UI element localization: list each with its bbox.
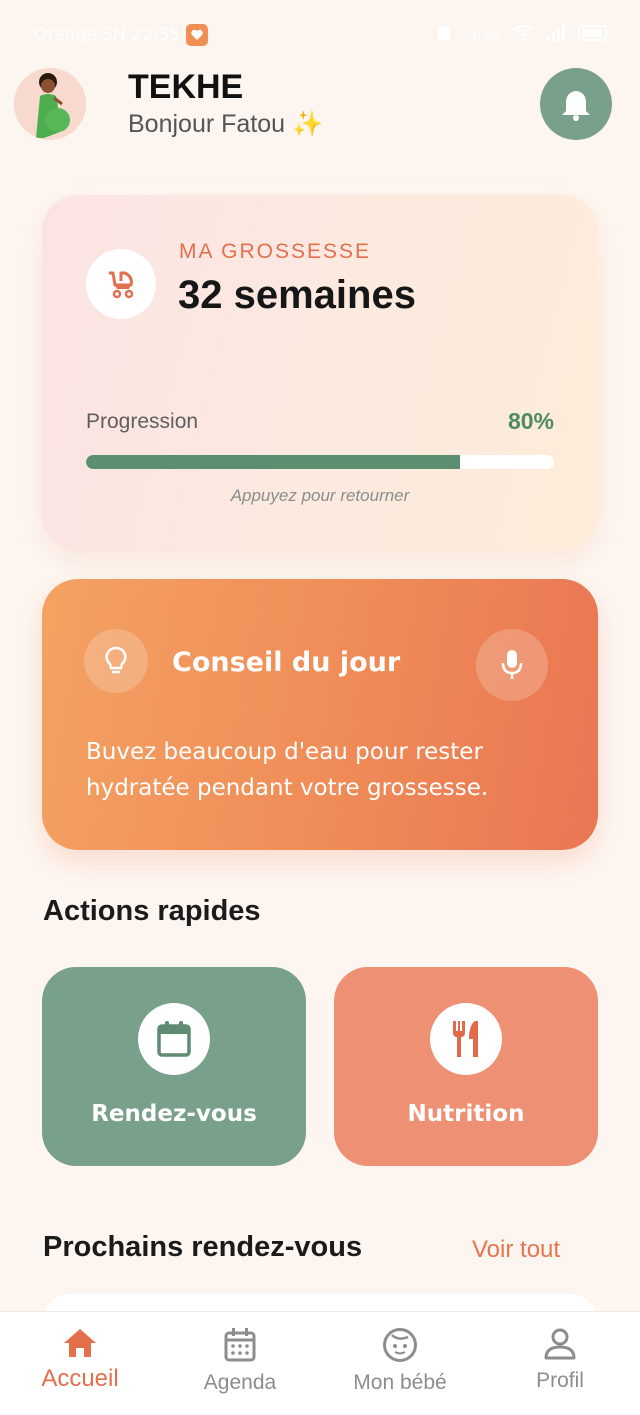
see-all-link[interactable]: Voir tout [472, 1236, 560, 1264]
utensils-icon [453, 1021, 478, 1057]
nav-item-home[interactable]: Accueil [0, 1312, 160, 1415]
baby-face-icon [383, 1328, 417, 1362]
quick-action-nutrition[interactable]: Nutrition [334, 967, 598, 1166]
quick-action-label: Nutrition [407, 1101, 525, 1127]
progress-bar [86, 455, 554, 469]
nav-label: Accueil [41, 1365, 119, 1392]
quick-action-appointments[interactable]: Rendez-vous [42, 967, 306, 1166]
bottom-nav: Accueil Agenda Mon bébé Profil [0, 1311, 640, 1415]
stroller-icon-badge [86, 249, 156, 319]
battery-icon [578, 24, 610, 47]
progress-label: Progression [86, 410, 199, 433]
utensils-icon-badge [430, 1003, 502, 1075]
quick-action-label: Rendez-vous [91, 1101, 257, 1127]
nav-label: Mon bébé [353, 1371, 447, 1394]
lightbulb-icon-badge [84, 629, 148, 693]
lightbulb-icon [105, 646, 127, 674]
calendar-icon [224, 1328, 256, 1362]
avatar[interactable] [14, 68, 86, 140]
microphone-icon [501, 650, 523, 679]
network-indicator: 5G 4G [465, 29, 500, 42]
quick-actions-title: Actions rapides [43, 895, 261, 927]
voice-read-button[interactable] [476, 629, 548, 701]
app-notification-icon [186, 24, 209, 46]
nav-label: Agenda [203, 1371, 277, 1394]
status-bar: Orange SN 22:35 5G 4G [0, 0, 640, 70]
greeting: Bonjour Fatou ✨ [128, 110, 324, 138]
user-icon [544, 1328, 576, 1360]
stroller-icon [109, 271, 134, 299]
nav-item-profile[interactable]: Profil [480, 1312, 640, 1415]
wifi-icon [512, 24, 534, 47]
sim-icon [435, 24, 453, 47]
calendar-icon-badge [138, 1003, 210, 1075]
bell-icon [562, 89, 590, 121]
app-title: TEKHE [128, 68, 244, 106]
pregnancy-card[interactable]: MA GROSSESSE 32 semaines Progression 80%… [42, 195, 598, 551]
notifications-button[interactable] [540, 68, 612, 140]
tip-text: Buvez beaucoup d'eau pour rester hydraté… [86, 739, 489, 801]
progress-value: 80% [507, 408, 554, 434]
nav-label: Profil [536, 1369, 584, 1392]
signal-icon [546, 24, 566, 47]
pregnancy-weeks: 32 semaines [178, 273, 416, 317]
appointments-title: Prochains rendez-vous [43, 1231, 363, 1263]
calendar-icon [157, 1021, 191, 1057]
status-left: Orange SN 22:35 [34, 24, 209, 46]
pregnancy-hint: Appuyez pour retourner [230, 486, 410, 505]
nav-item-agenda[interactable]: Agenda [160, 1312, 320, 1415]
pregnant-woman-avatar-icon [14, 68, 86, 140]
home-icon [64, 1329, 96, 1357]
status-right: 5G 4G [435, 24, 610, 47]
progress-bar-fill [86, 455, 461, 469]
status-carrier-time: Orange SN 22:35 [34, 25, 181, 45]
nav-item-baby[interactable]: Mon bébé [320, 1312, 480, 1415]
tip-title: Conseil du jour [172, 647, 401, 678]
pregnancy-label: MA GROSSESSE [179, 240, 372, 263]
tip-card: Conseil du jour Buvez beaucoup d'eau pou… [42, 579, 598, 850]
